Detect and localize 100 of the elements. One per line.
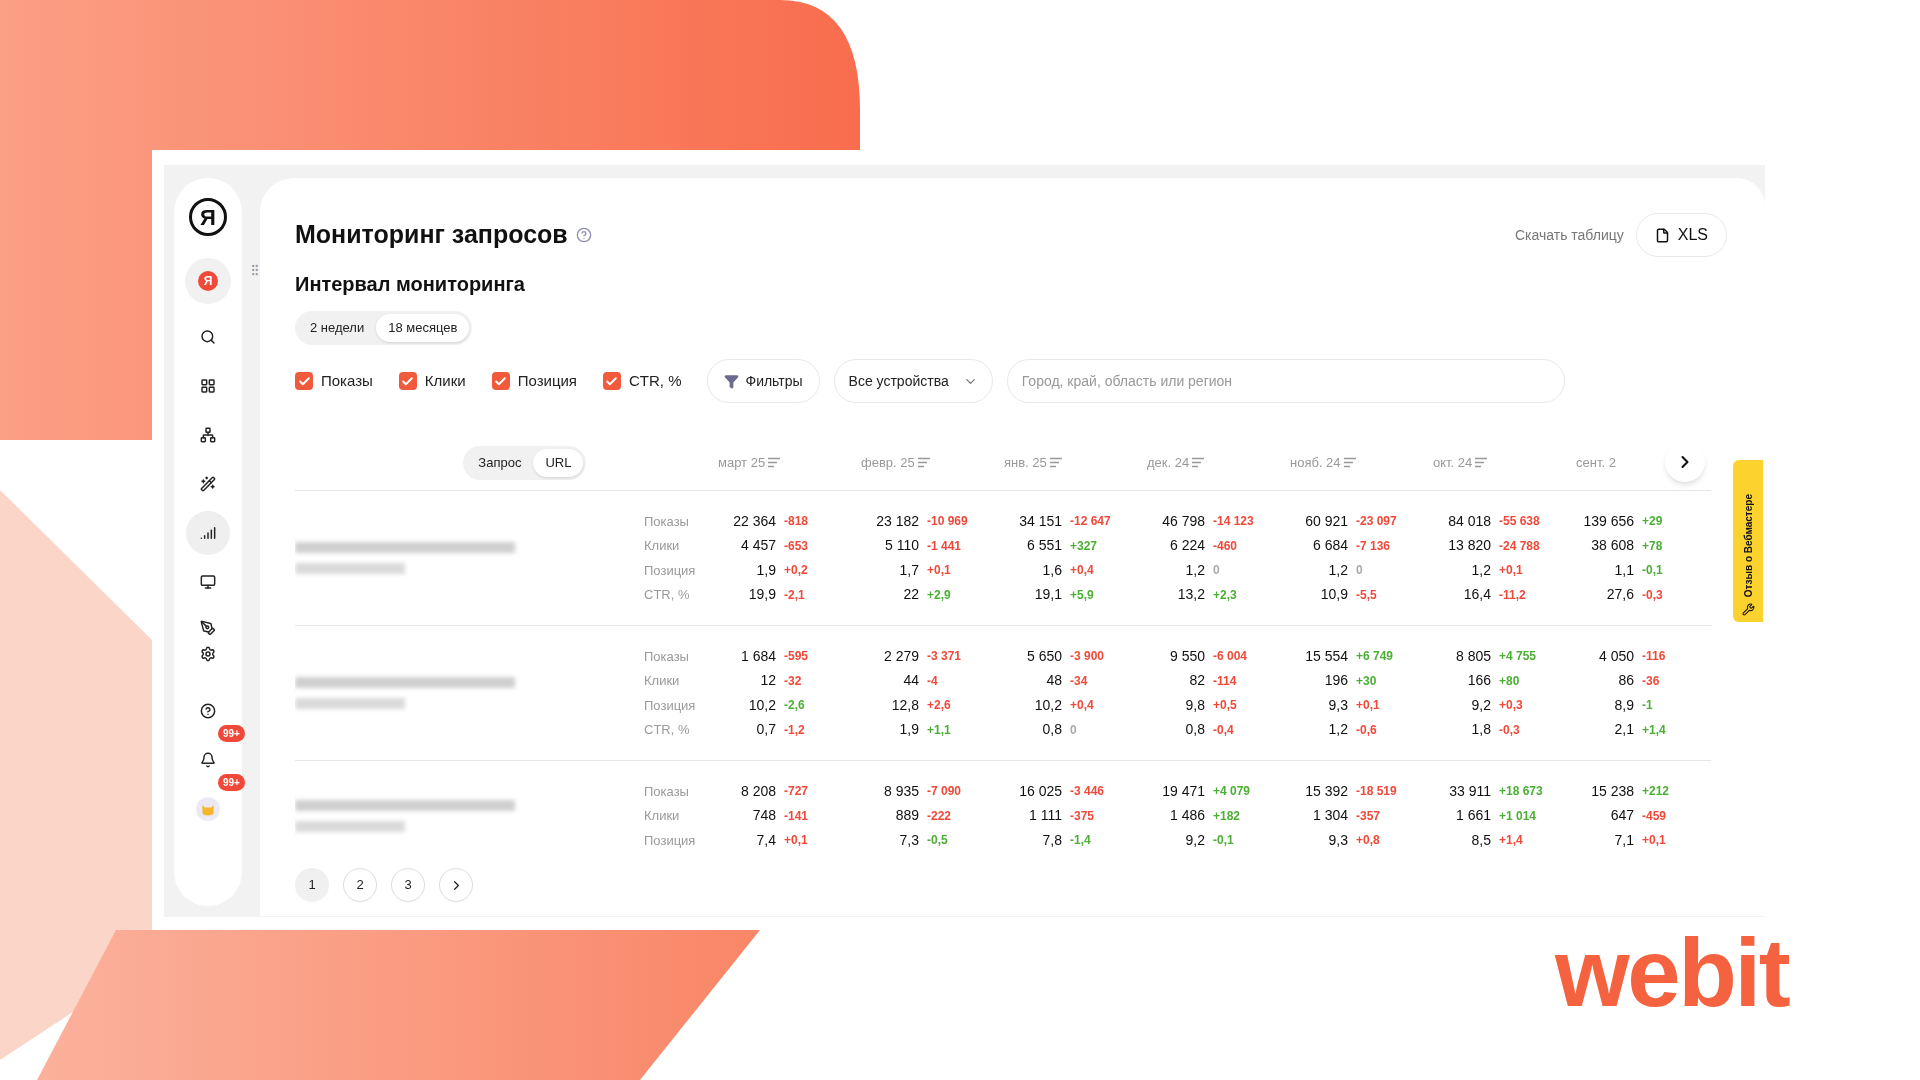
metric-change: 0 bbox=[1213, 562, 1220, 580]
metric-change: -7 090 bbox=[927, 783, 962, 801]
mode-tab[interactable]: Запрос bbox=[466, 448, 534, 477]
bell-icon[interactable] bbox=[200, 751, 216, 768]
page-button[interactable]: 3 bbox=[391, 868, 425, 902]
metric-value: 86 bbox=[1617, 671, 1634, 691]
next-columns-button[interactable] bbox=[1665, 442, 1705, 482]
metric-change: -595 bbox=[784, 648, 809, 666]
metric-change: +0,4 bbox=[1070, 697, 1094, 715]
metric-change: -460 bbox=[1213, 537, 1238, 555]
metric-value: 7,3 bbox=[898, 830, 919, 850]
metric-change: +0,1 bbox=[927, 562, 951, 580]
metric-value: 2 279 bbox=[882, 646, 919, 666]
grid-icon[interactable] bbox=[200, 377, 216, 394]
monitor-icon[interactable] bbox=[200, 573, 216, 590]
interval-tab[interactable]: 2 недели bbox=[298, 314, 377, 342]
metric-value: 5 110 bbox=[884, 536, 919, 556]
sort-icon[interactable] bbox=[916, 457, 931, 468]
metric-value: 8 805 bbox=[1454, 646, 1491, 666]
metric-label: Клики bbox=[644, 537, 681, 555]
metric-value: 15 392 bbox=[1304, 781, 1348, 801]
metric-change: -10 969 bbox=[927, 513, 968, 531]
metric-value: 15 238 bbox=[1590, 781, 1634, 801]
metric-label: Позиция bbox=[644, 561, 697, 580]
feedback-tab[interactable]: Отзыв о Вебмастере bbox=[1733, 460, 1763, 622]
account-button[interactable]: Я bbox=[185, 258, 231, 304]
metric-label: Позиция bbox=[644, 831, 697, 850]
help-icon[interactable] bbox=[200, 702, 216, 719]
metric-change: -0,6 bbox=[1356, 721, 1377, 739]
metric-value: 889 bbox=[894, 806, 919, 826]
page-button[interactable]: 2 bbox=[343, 868, 377, 902]
metric-change: -55 638 bbox=[1499, 513, 1540, 531]
metric-value: 10,2 bbox=[747, 695, 776, 715]
sort-icon[interactable] bbox=[1048, 457, 1063, 468]
metric-change: -2,6 bbox=[784, 697, 805, 715]
metric-value: 8,9 bbox=[1613, 695, 1634, 715]
metric-value: 23 182 bbox=[875, 511, 919, 531]
metric-change: -0,4 bbox=[1213, 721, 1234, 739]
metric-change: -6 004 bbox=[1213, 648, 1248, 666]
metric-change: +4 755 bbox=[1499, 648, 1537, 666]
metric-value: 1,2 bbox=[1327, 560, 1348, 580]
metric-value: 46 798 bbox=[1161, 511, 1205, 531]
metric-value: 9,8 bbox=[1184, 695, 1205, 715]
metric-value: 9,3 bbox=[1327, 830, 1348, 850]
wrench-icon bbox=[1741, 603, 1755, 616]
metric-change: -18 519 bbox=[1356, 783, 1397, 801]
metric-value: 9,2 bbox=[1470, 695, 1491, 715]
check-icon bbox=[494, 374, 508, 388]
metric-change: -1 441 bbox=[927, 537, 962, 555]
checkbox[interactable] bbox=[491, 372, 510, 390]
yandex-logo[interactable]: Я bbox=[189, 198, 227, 236]
metric-change: +1,4 bbox=[1499, 832, 1523, 850]
metric-value: 44 bbox=[902, 671, 919, 691]
interval-tab[interactable]: 18 месяцев bbox=[376, 314, 470, 342]
checkbox[interactable] bbox=[295, 372, 313, 390]
metric-value: 8 935 bbox=[882, 781, 919, 801]
metric-value: 647 bbox=[1609, 806, 1634, 826]
magic-wand-icon[interactable] bbox=[200, 475, 216, 492]
metric-change: -5,5 bbox=[1356, 586, 1377, 604]
metric-change: -7 136 bbox=[1356, 537, 1391, 555]
metric-value: 22 bbox=[902, 585, 919, 605]
metric-value: 1 304 bbox=[1311, 806, 1348, 826]
settings-icon[interactable] bbox=[200, 646, 216, 662]
search-icon[interactable] bbox=[200, 328, 216, 345]
pen-icon[interactable] bbox=[200, 620, 216, 636]
metric-change: +0,4 bbox=[1070, 562, 1094, 580]
mode-tab[interactable]: URL bbox=[533, 448, 584, 477]
metric-change: +29 bbox=[1642, 513, 1663, 531]
checkbox[interactable] bbox=[603, 372, 621, 390]
page-button[interactable]: 1 bbox=[295, 868, 329, 902]
metric-change: +0,1 bbox=[784, 832, 808, 850]
sort-icon[interactable] bbox=[1474, 457, 1489, 468]
metric-change: -375 bbox=[1070, 807, 1095, 825]
metric-change: +18 673 bbox=[1499, 783, 1543, 801]
sitemap-icon[interactable] bbox=[200, 426, 216, 443]
metric-value: 2,1 bbox=[1613, 720, 1634, 740]
metric-value: 10,9 bbox=[1319, 585, 1348, 605]
metric-change: +0,2 bbox=[784, 562, 808, 580]
metric-change: +5,9 bbox=[1070, 586, 1094, 604]
metric-change: -357 bbox=[1356, 807, 1381, 825]
sort-icon[interactable] bbox=[1191, 457, 1206, 468]
account-avatar: Я bbox=[198, 271, 218, 291]
metric-value: 1,2 bbox=[1184, 560, 1205, 580]
sort-icon[interactable] bbox=[1342, 457, 1357, 468]
metric-value: 7,8 bbox=[1041, 830, 1062, 850]
sort-icon[interactable] bbox=[767, 457, 782, 468]
metric-value: 166 bbox=[1466, 671, 1491, 691]
metric-change: -818 bbox=[784, 513, 809, 531]
metric-change: +212 bbox=[1642, 783, 1670, 801]
metric-value: 38 608 bbox=[1590, 536, 1634, 556]
metric-change: +327 bbox=[1070, 537, 1098, 555]
checkbox[interactable] bbox=[398, 372, 417, 390]
checkbox-label: CTR, % bbox=[629, 370, 682, 391]
metric-change: -116 bbox=[1642, 648, 1666, 666]
metric-value: 7,1 bbox=[1613, 830, 1634, 850]
metric-value: 19,9 bbox=[747, 585, 776, 605]
bar-chart-icon[interactable] bbox=[200, 524, 216, 541]
metric-change: +0,1 bbox=[1356, 697, 1380, 715]
metric-change: -653 bbox=[784, 537, 809, 555]
region-search-field[interactable]: Город, край, область или регион bbox=[1006, 359, 1565, 403]
